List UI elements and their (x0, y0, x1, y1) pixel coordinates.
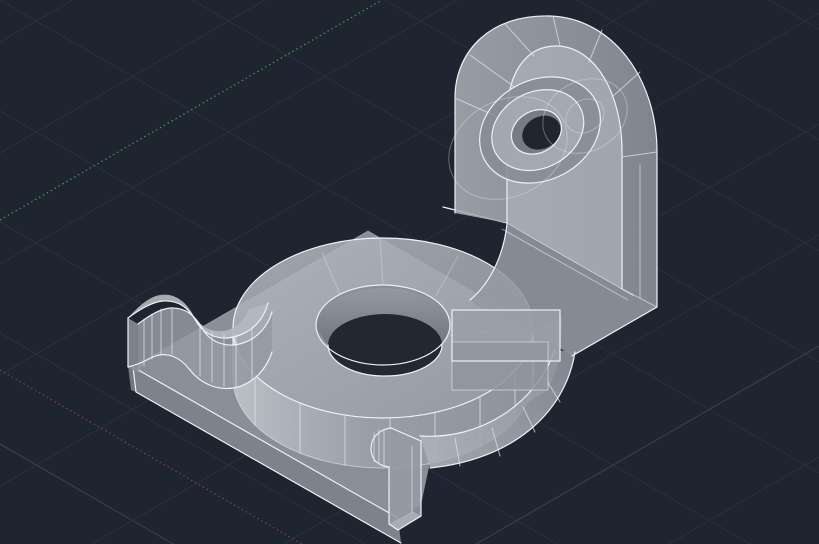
cad-viewport[interactable] (0, 0, 819, 544)
support-rib[interactable] (451, 309, 561, 391)
model-space-canvas[interactable] (0, 0, 819, 544)
rib-lower-face (452, 342, 548, 390)
